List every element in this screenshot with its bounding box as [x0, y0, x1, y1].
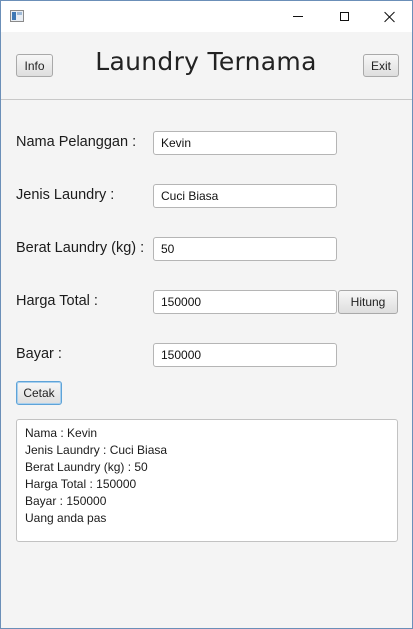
output-line-nama: Nama : Kevin [25, 426, 98, 440]
title-bar [1, 1, 412, 32]
output-line-jenis: Jenis Laundry : Cuci Biasa [25, 443, 168, 457]
cetak-button[interactable]: Cetak [16, 381, 62, 405]
maximize-icon [339, 12, 349, 21]
header: Info Laundry Ternama Exit [1, 32, 412, 100]
jenis-laundry-field[interactable]: Cuci Biasa [153, 184, 337, 208]
bayar-field[interactable]: 150000 [153, 343, 337, 367]
minimize-button[interactable] [275, 1, 321, 32]
receipt-output-area[interactable]: Nama : Kevin Jenis Laundry : Cuci Biasa … [16, 419, 398, 542]
output-line-harga: Harga Total : 150000 [25, 477, 137, 491]
app-window: Info Laundry Ternama Exit Nama Pelanggan… [0, 0, 413, 629]
minimize-icon [293, 16, 303, 17]
maximize-button[interactable] [321, 1, 367, 32]
nama-pelanggan-field[interactable]: Kevin [153, 131, 337, 155]
berat-laundry-field[interactable]: 50 [153, 237, 337, 261]
exit-button[interactable]: Exit [363, 54, 399, 77]
nama-pelanggan-label: Nama Pelanggan : [16, 134, 137, 150]
info-button[interactable]: Info [16, 54, 53, 77]
jenis-laundry-label: Jenis Laundry : [16, 187, 115, 203]
page-title: Laundry Ternama [95, 47, 317, 76]
harga-total-label: Harga Total : [16, 293, 98, 309]
close-button[interactable] [367, 1, 412, 32]
harga-total-field[interactable]: 150000 [153, 290, 337, 314]
hitung-button[interactable]: Hitung [338, 290, 398, 314]
output-line-berat: Berat Laundry (kg) : 50 [25, 460, 148, 474]
output-line-status: Uang anda pas [25, 511, 107, 525]
header-divider [1, 99, 412, 100]
bayar-label: Bayar : [16, 346, 62, 362]
output-line-bayar: Bayar : 150000 [25, 494, 107, 508]
app-window-icon [10, 10, 24, 22]
berat-laundry-label: Berat Laundry (kg) : [16, 240, 145, 256]
close-icon [384, 11, 396, 23]
